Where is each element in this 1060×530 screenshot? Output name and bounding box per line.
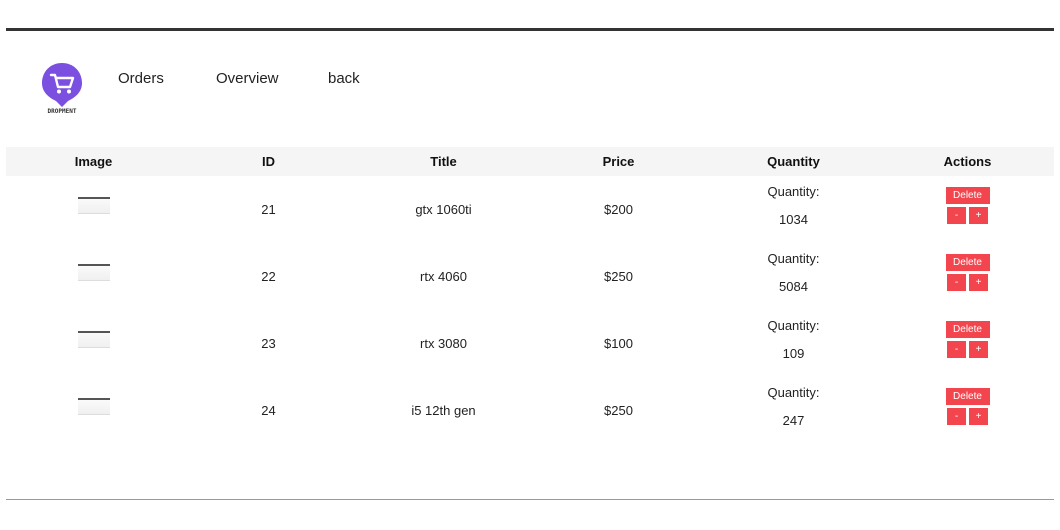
quantity-value: 5084 bbox=[779, 278, 808, 294]
image-cell bbox=[6, 176, 181, 243]
navbar: DROPMENT Orders Overview back bbox=[0, 60, 1060, 120]
decrement-button[interactable]: - bbox=[947, 341, 966, 358]
id-cell: 22 bbox=[261, 269, 276, 284]
table-header: Image ID Title Price Quantity Actions bbox=[6, 147, 1054, 176]
decrement-button[interactable]: - bbox=[947, 207, 966, 224]
delete-button[interactable]: Delete bbox=[945, 321, 990, 338]
id-cell: 23 bbox=[261, 336, 276, 351]
actions-cell: Delete - + bbox=[881, 176, 1054, 243]
actions-cell: Delete - + bbox=[881, 243, 1054, 310]
actions-cell: Delete - + bbox=[881, 377, 1054, 444]
table-row: 21 gtx 1060ti $200 Quantity: 1034 Delete… bbox=[6, 176, 1054, 243]
logo[interactable]: DROPMENT bbox=[40, 62, 84, 118]
title-cell: rtx 3080 bbox=[420, 336, 467, 351]
product-thumbnail bbox=[77, 264, 110, 280]
price-cell: $100 bbox=[604, 336, 633, 351]
delete-button[interactable]: Delete bbox=[945, 388, 990, 405]
row-actions: Delete - + bbox=[945, 321, 990, 358]
cart-pin-icon bbox=[42, 63, 82, 107]
row-actions: Delete - + bbox=[945, 254, 990, 291]
quantity-stepper: - + bbox=[946, 274, 990, 291]
quantity-stepper: - + bbox=[946, 341, 990, 358]
bottom-divider bbox=[6, 499, 1054, 500]
quantity-stepper: - + bbox=[946, 408, 990, 425]
nav-link-orders[interactable]: Orders bbox=[118, 70, 164, 87]
title-cell: i5 12th gen bbox=[411, 403, 476, 418]
product-thumbnail bbox=[77, 398, 110, 414]
nav-link-overview[interactable]: Overview bbox=[216, 70, 279, 87]
table-header-row: Image ID Title Price Quantity Actions bbox=[6, 147, 1054, 176]
table-row: 22 rtx 4060 $250 Quantity: 5084 Delete -… bbox=[6, 243, 1054, 310]
image-cell bbox=[6, 310, 181, 377]
increment-button[interactable]: + bbox=[969, 341, 988, 358]
row-actions: Delete - + bbox=[945, 388, 990, 425]
table-row: 24 i5 12th gen $250 Quantity: 247 Delete… bbox=[6, 377, 1054, 444]
quantity-value: 1034 bbox=[779, 211, 808, 227]
column-header-actions: Actions bbox=[943, 154, 992, 169]
quantity-value: 247 bbox=[782, 412, 805, 428]
id-cell: 24 bbox=[261, 403, 276, 418]
quantity-cell: Quantity: 109 bbox=[706, 310, 881, 377]
price-cell: $250 bbox=[604, 403, 633, 418]
quantity-label: Quantity: bbox=[767, 317, 820, 333]
actions-cell: Delete - + bbox=[881, 310, 1054, 377]
quantity-cell: Quantity: 247 bbox=[706, 377, 881, 444]
column-header-price: Price bbox=[602, 154, 635, 169]
nav-link-back[interactable]: back bbox=[328, 70, 360, 87]
decrement-button[interactable]: - bbox=[947, 274, 966, 291]
title-cell: rtx 4060 bbox=[420, 269, 467, 284]
quantity-label: Quantity: bbox=[767, 384, 820, 400]
quantity-label: Quantity: bbox=[767, 183, 820, 199]
table-row: 23 rtx 3080 $100 Quantity: 109 Delete - … bbox=[6, 310, 1054, 377]
delete-button[interactable]: Delete bbox=[945, 254, 990, 271]
quantity-cell: Quantity: 1034 bbox=[706, 176, 881, 243]
product-thumbnail bbox=[77, 331, 110, 347]
image-cell bbox=[6, 243, 181, 310]
column-header-id: ID bbox=[262, 154, 275, 169]
quantity-stepper: - + bbox=[946, 207, 990, 224]
column-header-title: Title bbox=[430, 154, 457, 169]
top-divider bbox=[6, 28, 1054, 31]
id-cell: 21 bbox=[261, 202, 276, 217]
delete-button[interactable]: Delete bbox=[945, 187, 990, 204]
increment-button[interactable]: + bbox=[969, 207, 988, 224]
quantity-label: Quantity: bbox=[767, 250, 820, 266]
quantity-value: 109 bbox=[782, 345, 805, 361]
price-cell: $200 bbox=[604, 202, 633, 217]
increment-button[interactable]: + bbox=[969, 274, 988, 291]
column-header-quantity: Quantity bbox=[767, 154, 820, 169]
image-cell bbox=[6, 377, 181, 444]
title-cell: gtx 1060ti bbox=[415, 202, 472, 217]
decrement-button[interactable]: - bbox=[947, 408, 966, 425]
price-cell: $250 bbox=[604, 269, 633, 284]
column-header-image: Image bbox=[74, 154, 113, 169]
product-thumbnail bbox=[77, 197, 110, 213]
logo-text: DROPMENT bbox=[47, 108, 77, 115]
increment-button[interactable]: + bbox=[969, 408, 988, 425]
quantity-cell: Quantity: 5084 bbox=[706, 243, 881, 310]
row-actions: Delete - + bbox=[945, 187, 990, 224]
orders-table: Image ID Title Price Quantity Actions 21… bbox=[6, 147, 1054, 444]
